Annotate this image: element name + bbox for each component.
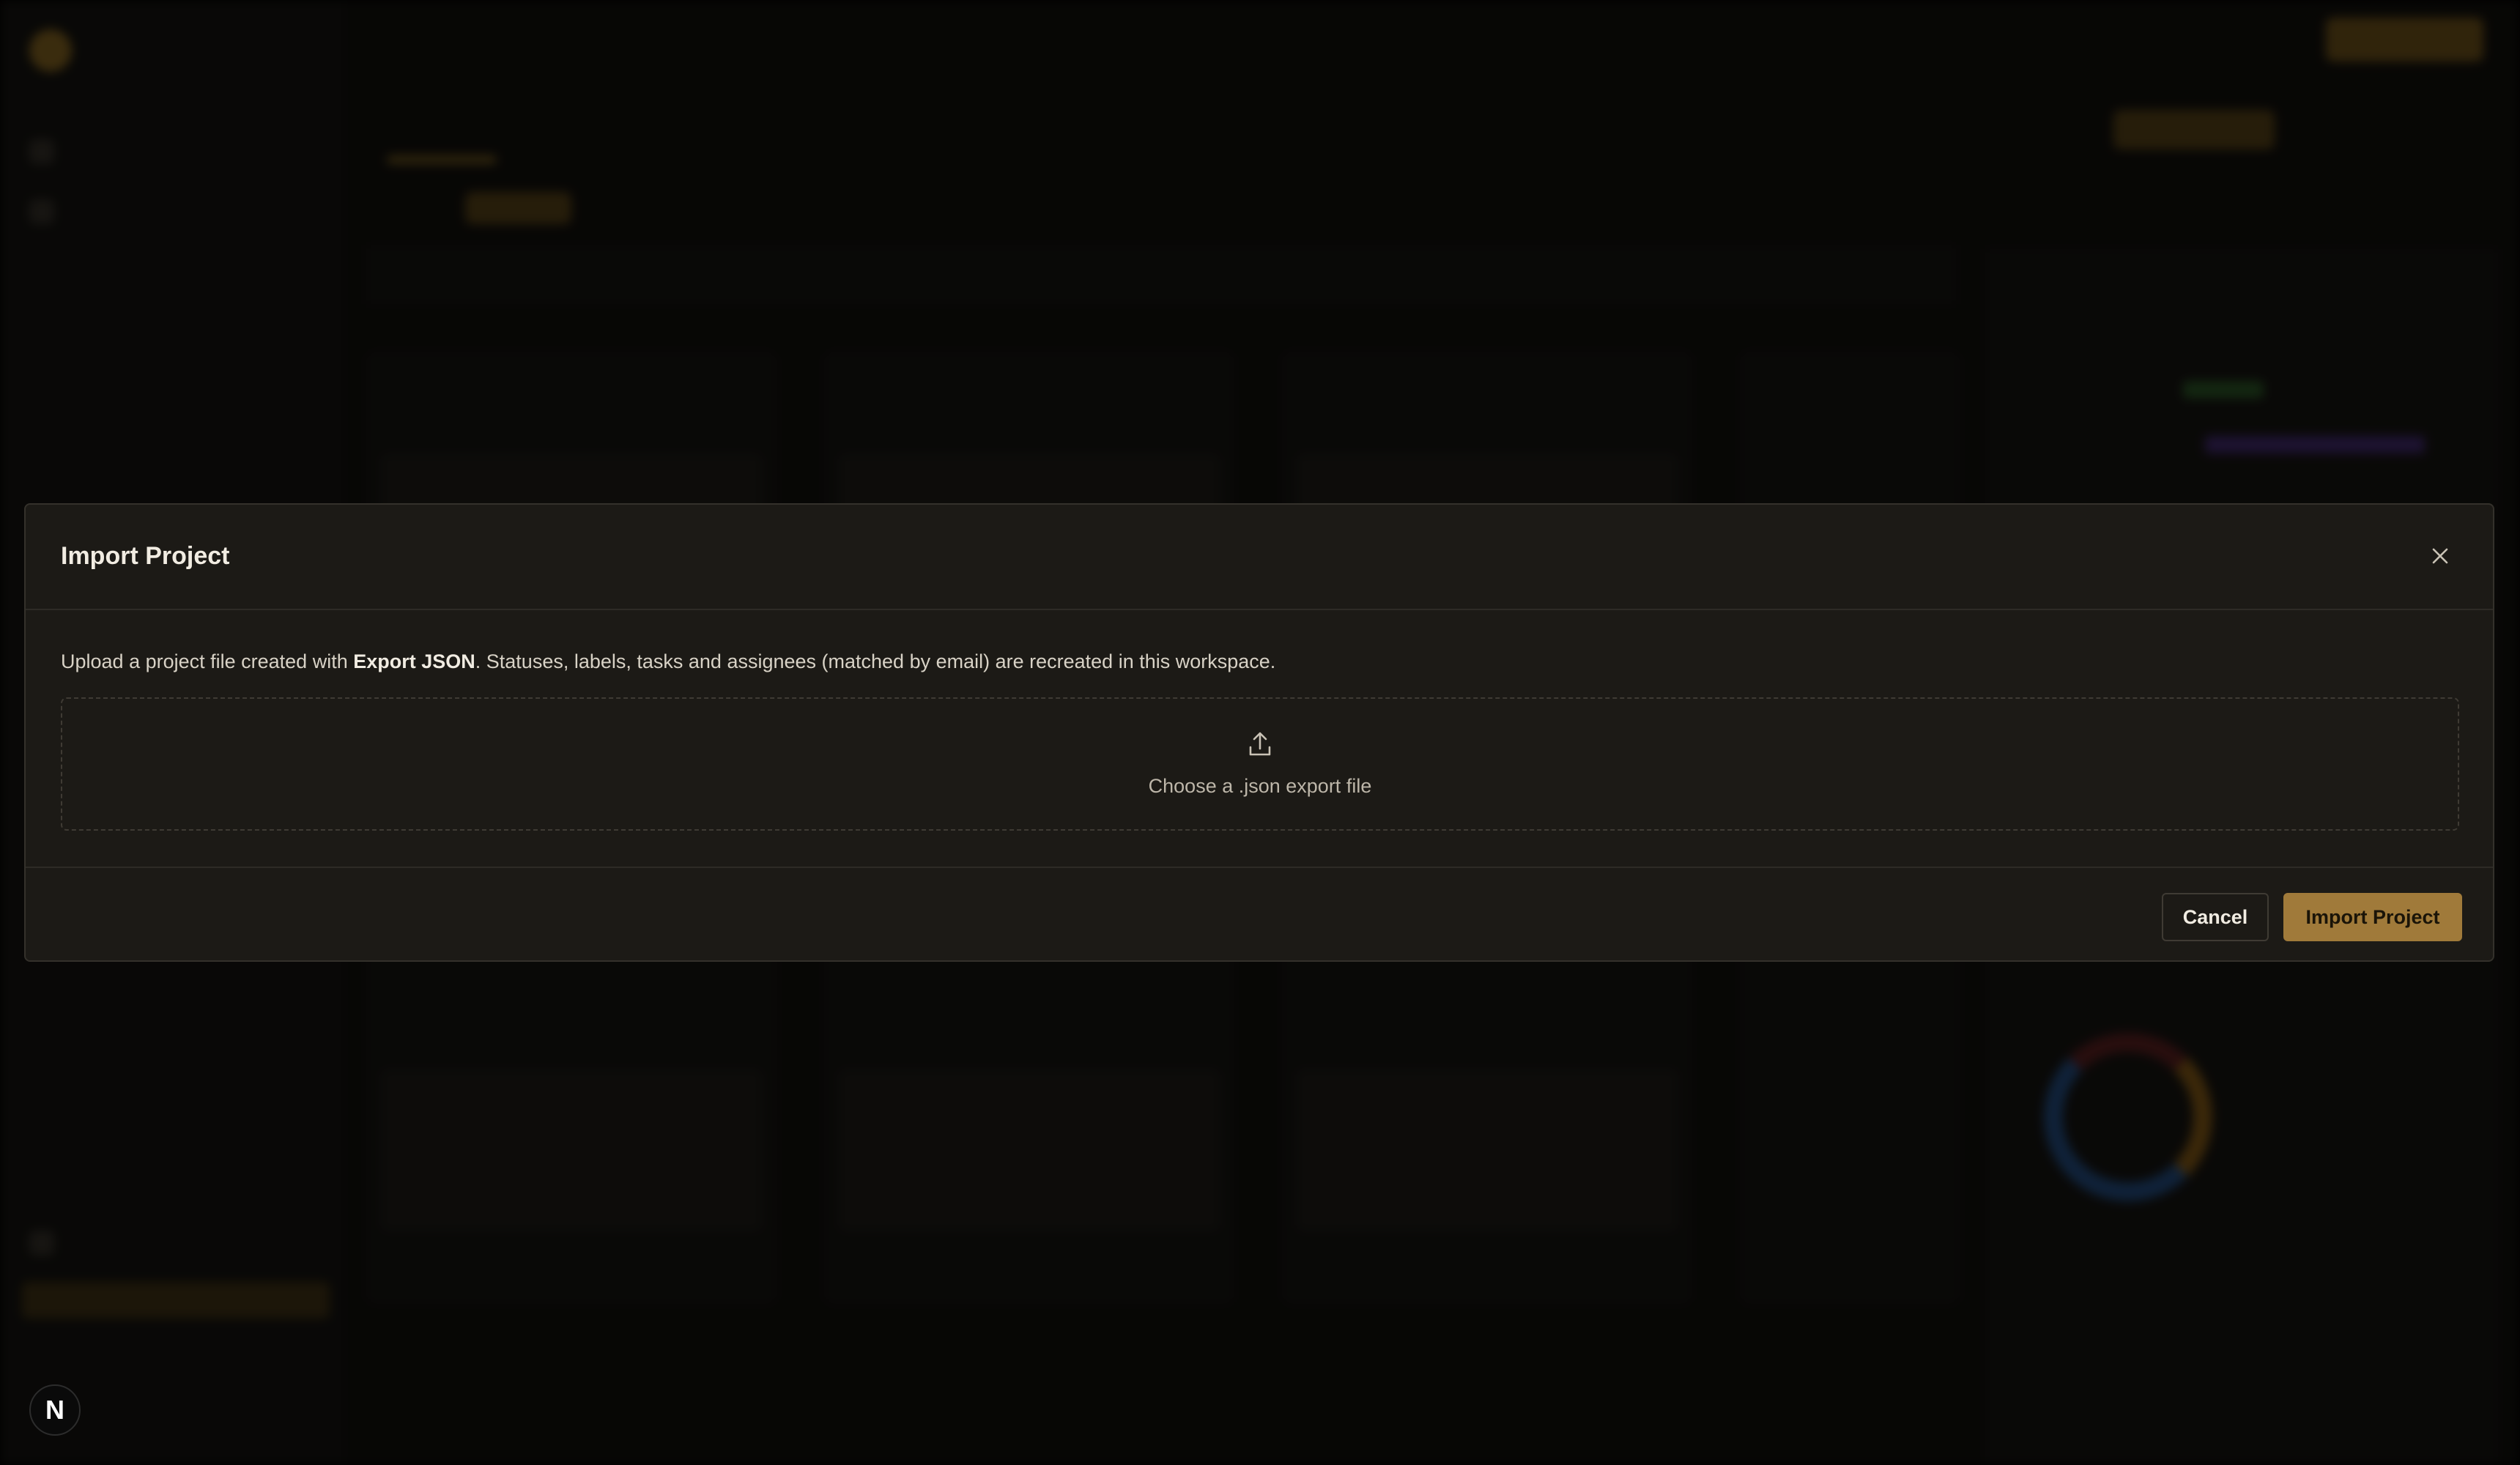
dialog-header: Import Project <box>26 505 2493 610</box>
dropzone-label: Choose a .json export file <box>1148 775 1372 797</box>
file-dropzone[interactable]: Choose a .json export file <box>61 697 2459 831</box>
close-button[interactable] <box>2426 541 2455 571</box>
description-emphasis: Export JSON <box>353 650 475 672</box>
dialog-footer: Cancel Import Project <box>26 867 2493 962</box>
description-prefix: Upload a project file created with <box>61 650 354 672</box>
framework-badge[interactable]: N <box>29 1384 81 1436</box>
description-suffix: . Statuses, labels, tasks and assignees … <box>475 650 1276 672</box>
close-icon <box>2432 548 2448 564</box>
cancel-button[interactable]: Cancel <box>2162 893 2269 941</box>
dialog-description: Upload a project file created with Expor… <box>61 648 1275 675</box>
import-project-button[interactable]: Import Project <box>2283 893 2462 941</box>
dialog-title: Import Project <box>61 542 230 570</box>
upload-icon <box>1249 732 1271 756</box>
framework-badge-label: N <box>45 1395 64 1425</box>
import-project-dialog: Import Project Upload a project file cre… <box>24 503 2494 962</box>
